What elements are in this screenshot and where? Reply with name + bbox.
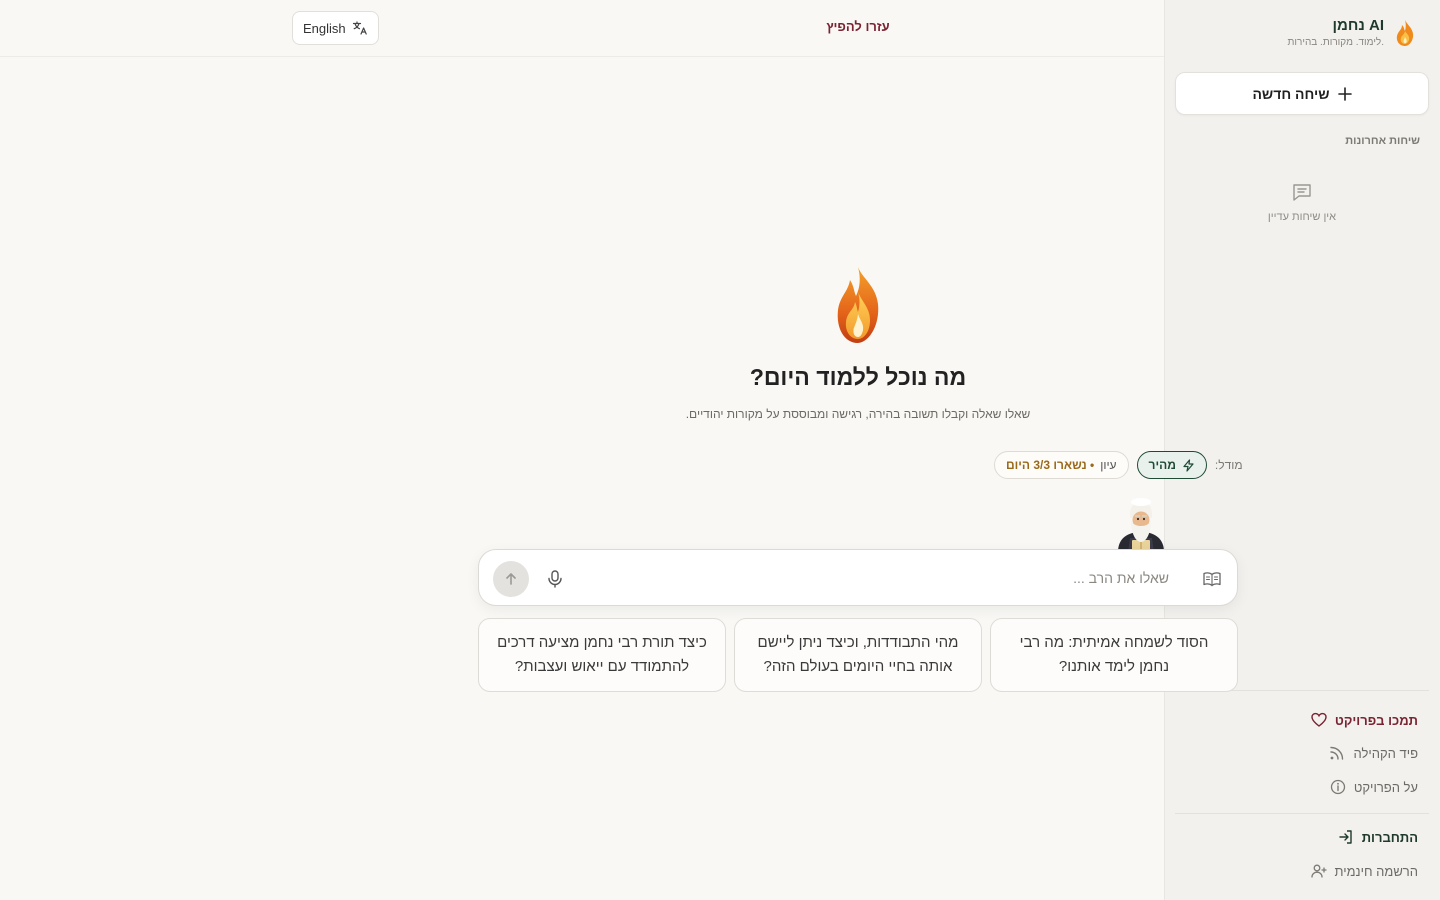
flame-logo-icon	[1394, 19, 1416, 47]
recent-chats-heading: שיחות אחרונות	[1345, 135, 1420, 147]
login-link[interactable]: התחברות	[1338, 829, 1418, 845]
model-deep-chip[interactable]: עיון • נשארו 3/3 היום	[994, 451, 1129, 479]
suggestion-card[interactable]: כיצד תורת רבי נחמן מציעה דרכים להתמודד ע…	[478, 618, 726, 692]
suggestion-card[interactable]: מהי התבודדות, וכיצד ניתן ליישם אותה בחיי…	[734, 618, 982, 692]
community-feed-link[interactable]: פיד הקהילה	[1329, 745, 1418, 761]
microphone-icon	[547, 570, 563, 588]
suggestion-card[interactable]: הסוד לשמחה אמיתית: מה רבי נחמן לימד אותנ…	[990, 618, 1238, 692]
sidebar-divider	[1175, 813, 1429, 814]
chat-composer	[478, 549, 1238, 606]
app-tagline: לימוד. מקורות. בהירות.	[1287, 37, 1384, 48]
app-name: נחמן AI	[1332, 17, 1384, 34]
new-chat-button[interactable]: שיחה חדשה	[1175, 72, 1429, 115]
login-icon	[1338, 829, 1354, 845]
microphone-button[interactable]	[547, 570, 563, 588]
recent-chats-empty-state: אין שיחות עדיין	[1164, 181, 1440, 223]
community-feed-label: פיד הקהילה	[1353, 745, 1418, 761]
language-label: English	[303, 20, 346, 36]
brand-text: נחמן AI לימוד. מקורות. בהירות.	[1288, 16, 1384, 50]
hero-title: מה נוכל ללמוד היום?	[749, 364, 967, 390]
heart-icon	[1311, 712, 1327, 728]
model-deep-label: עיון	[1100, 458, 1117, 472]
question-input[interactable]	[569, 550, 1169, 605]
about-label: על הפרויקט	[1353, 779, 1418, 795]
register-link[interactable]: הרשמה חינמית	[1310, 863, 1418, 879]
language-toggle-button[interactable]: English	[292, 11, 379, 45]
info-icon	[1330, 779, 1346, 795]
arrow-up-icon	[504, 572, 518, 586]
model-fast-label: מהיר	[1148, 458, 1176, 472]
chat-bubble-icon	[1291, 181, 1313, 203]
suggestions: הסוד לשמחה אמיתית: מה רבי נחמן לימד אותנ…	[478, 618, 1238, 692]
about-link[interactable]: על הפרויקט	[1330, 779, 1418, 795]
hero-subtitle: שאלו שאלה וקבלו תשובה בהירה, רגישה ומבוס…	[685, 407, 1031, 421]
user-plus-icon	[1310, 863, 1327, 879]
spread-the-word-link[interactable]: עזרו להפיץ	[758, 19, 958, 34]
sidebar: נחמן AI לימוד. מקורות. בהירות. שיחה חדשה…	[1164, 0, 1440, 900]
rss-icon	[1329, 745, 1345, 761]
donate-label: תמכו בפרויקט	[1334, 712, 1418, 728]
model-deep-quota: • נשארו 3/3 היום	[1006, 458, 1095, 472]
login-label: התחברות	[1361, 829, 1418, 845]
model-label: מודל:	[1214, 458, 1243, 472]
open-book-icon	[1203, 571, 1221, 587]
plus-icon	[1337, 86, 1352, 101]
donate-link[interactable]: תמכו בפרויקט	[1311, 712, 1418, 728]
empty-recent-text: אין שיחות עדיין	[1267, 211, 1337, 223]
rabbi-avatar	[1112, 494, 1170, 552]
send-button[interactable]	[493, 561, 529, 597]
model-selector: מודל: מהיר עיון • נשארו 3/3 היום	[994, 451, 1243, 479]
new-chat-label: שיחה חדשה	[1252, 85, 1330, 102]
translate-icon	[352, 20, 368, 36]
register-label: הרשמה חינמית	[1334, 863, 1418, 879]
model-fast-chip[interactable]: מהיר	[1136, 451, 1207, 479]
brand[interactable]: נחמן AI לימוד. מקורות. בהירות.	[1288, 16, 1416, 50]
flame-hero-icon	[834, 266, 882, 344]
lightning-icon	[1182, 458, 1195, 472]
top-bar: English עזרו להפיץ	[0, 0, 1164, 57]
sources-button[interactable]	[1203, 571, 1221, 587]
